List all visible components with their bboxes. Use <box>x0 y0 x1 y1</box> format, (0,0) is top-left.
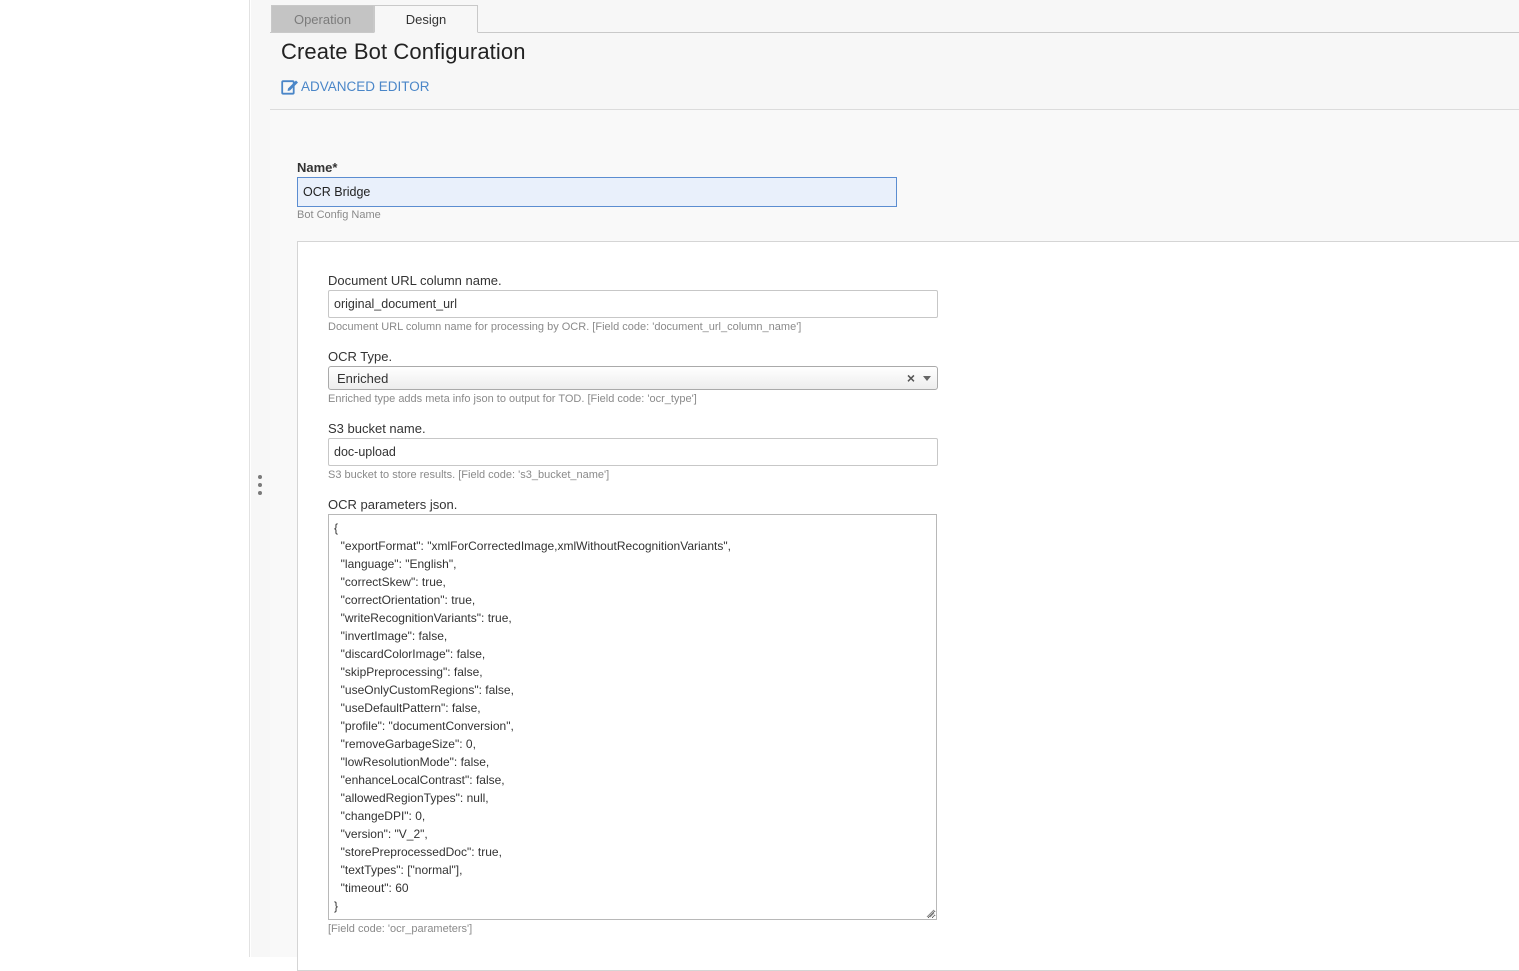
edit-icon <box>281 79 298 95</box>
ocr-type-hint: Enriched type adds meta info json to out… <box>328 393 697 405</box>
resize-grip-icon[interactable] <box>925 908 935 918</box>
ocr-parameters-textarea[interactable]: { "exportFormat": "xmlForCorrectedImage,… <box>328 514 937 920</box>
s3-bucket-hint: S3 bucket to store results. [Field code:… <box>328 469 610 481</box>
config-panel: Document URL column name. Document URL c… <box>297 241 1519 971</box>
document-url-label: Document URL column name. <box>328 273 502 288</box>
left-pane <box>0 0 250 957</box>
name-input[interactable] <box>297 177 897 207</box>
ocr-parameters-label: OCR parameters json. <box>328 497 458 512</box>
ocr-type-select[interactable]: Enriched × <box>328 366 938 390</box>
advanced-editor-link[interactable]: ADVANCED EDITOR <box>281 76 430 96</box>
tab-operation[interactable]: Operation <box>271 5 374 33</box>
name-hint: Bot Config Name <box>297 209 381 221</box>
chevron-down-icon[interactable] <box>923 376 931 381</box>
main-area: Operation Design Create Bot Configuratio… <box>270 0 1519 971</box>
s3-bucket-input[interactable] <box>328 438 938 466</box>
document-url-hint: Document URL column name for processing … <box>328 321 802 333</box>
advanced-editor-label: ADVANCED EDITOR <box>301 78 430 94</box>
ocr-type-value: Enriched <box>337 371 389 386</box>
form-content: Name* Bot Config Name Document URL colum… <box>270 110 1519 971</box>
name-label: Name* <box>297 160 338 175</box>
document-url-input[interactable] <box>328 290 938 318</box>
ocr-parameters-hint: [Field code: 'ocr_parameters'] <box>328 923 473 935</box>
clear-icon[interactable]: × <box>907 370 915 386</box>
page-title: Create Bot Configuration <box>281 39 526 64</box>
tab-bar: Operation Design <box>271 5 478 33</box>
ocr-type-label: OCR Type. <box>328 349 393 364</box>
s3-bucket-label: S3 bucket name. <box>328 421 426 436</box>
tab-design[interactable]: Design <box>374 5 478 33</box>
drag-handle-icon[interactable] <box>257 475 263 495</box>
